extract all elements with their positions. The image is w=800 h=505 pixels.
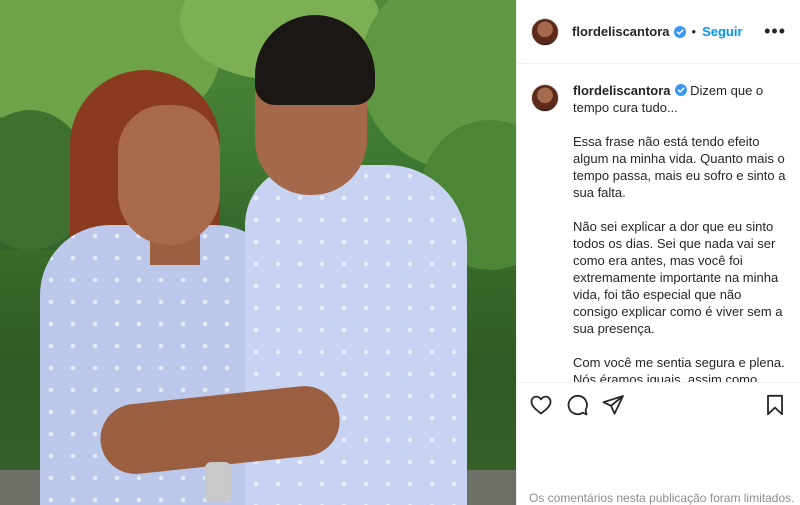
bookmark-icon[interactable] (763, 393, 787, 417)
post-side-panel: flordeliscantora • Seguir ••• flordelisc… (516, 0, 800, 505)
comment-icon[interactable] (565, 393, 589, 417)
heart-icon[interactable] (529, 393, 553, 417)
post-photo[interactable] (0, 0, 516, 505)
caption-paragraph: Não sei explicar a dor que eu sinto todo… (573, 219, 783, 336)
header-username[interactable]: flordeliscantora (572, 24, 670, 39)
post-caption: flordeliscantora Dizem que o tempo cura … (517, 64, 800, 382)
verified-badge-icon (673, 25, 686, 38)
post-header: flordeliscantora • Seguir ••• (517, 0, 800, 64)
avatar[interactable] (531, 17, 559, 46)
caption-body: flordeliscantora Dizem que o tempo cura … (573, 82, 787, 382)
more-options-icon[interactable]: ••• (764, 21, 786, 42)
caption-paragraph: Com você me sentia segura e plena. Nós é… (573, 355, 785, 382)
caption-first-paragraph: flordeliscantora Dizem que o tempo cura … (573, 82, 787, 116)
caption-username[interactable]: flordeliscantora (573, 83, 671, 98)
post-actions (517, 382, 800, 426)
avatar[interactable] (531, 84, 559, 112)
comments-limited-notice: Os comentários nesta publicação foram li… (529, 491, 795, 505)
verified-badge-icon (674, 84, 687, 96)
caption-paragraph: Essa frase não está tendo efeito algum n… (573, 134, 786, 200)
photo-watch (205, 462, 231, 502)
share-icon[interactable] (601, 393, 625, 417)
follow-button[interactable]: Seguir (702, 24, 742, 39)
separator-dot: • (691, 24, 697, 39)
photo-woman-face (118, 105, 220, 245)
